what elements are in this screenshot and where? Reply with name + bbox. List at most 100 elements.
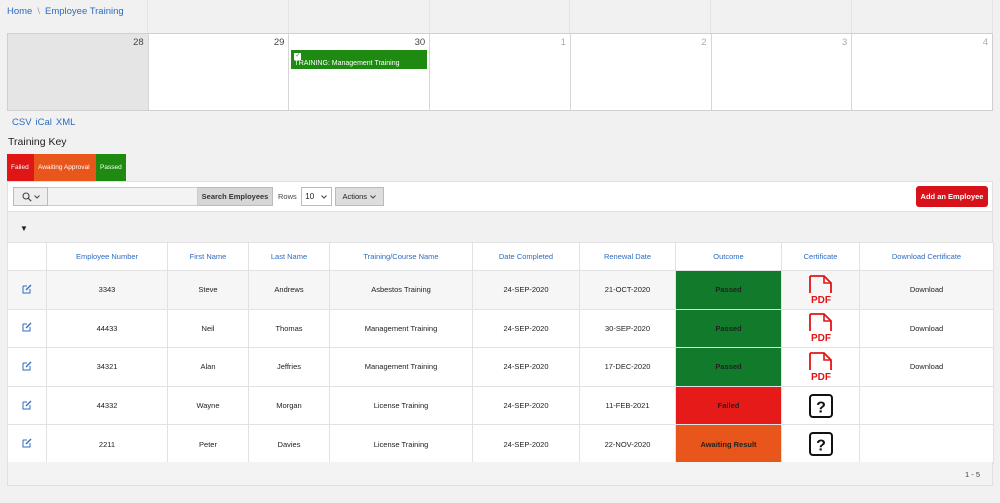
svg-text:PDF: PDF <box>811 333 831 343</box>
table-row: 44433 Neil Thomas Management Training 24… <box>7 308 994 349</box>
calendar-week: 28 29 30 ✓ TRAINING: Management Training 1 2 3 4 <box>7 33 993 111</box>
xml-link[interactable]: XML <box>56 117 76 128</box>
edit-icon <box>22 322 32 332</box>
breadcrumb: Home \ Employee Training <box>7 6 124 17</box>
calendar-day[interactable]: 29 <box>149 34 290 110</box>
key-passed: Passed <box>96 154 126 181</box>
cell-last-name: Morgan <box>248 385 330 426</box>
collapse-triangle-icon[interactable]: ▼ <box>20 224 28 233</box>
cell-outcome: Passed <box>675 270 782 310</box>
calendar-day-number: 1 <box>560 37 566 48</box>
edit-row-link[interactable] <box>7 308 47 349</box>
breadcrumb-home-link[interactable]: Home <box>7 6 32 17</box>
chevron-down-icon <box>33 194 40 199</box>
calendar-day[interactable]: 4 <box>852 34 992 110</box>
download-link <box>859 385 994 426</box>
calendar-day[interactable]: 28 <box>8 34 149 110</box>
cell-date-completed: 24-SEP-2020 <box>472 308 580 349</box>
cell-date-completed: 24-SEP-2020 <box>472 347 580 387</box>
cell-last-name: Thomas <box>248 308 330 349</box>
cell-last-name: Jeffries <box>248 347 330 387</box>
cell-certificate[interactable]: PDF <box>781 308 860 349</box>
cell-employee-number: 44332 <box>46 385 168 426</box>
cell-renewal-date: 30-SEP-2020 <box>579 308 676 349</box>
header-course-name[interactable]: Training/Course Name <box>329 242 473 271</box>
download-link[interactable]: Download <box>859 308 994 349</box>
add-employee-button[interactable]: Add an Employee <box>916 186 988 207</box>
csv-link[interactable]: CSV <box>12 117 32 128</box>
calendar-day[interactable]: 2 <box>571 34 712 110</box>
search-employees-button[interactable]: Search Employees <box>198 187 273 206</box>
header-renewal-date[interactable]: Renewal Date <box>579 242 676 271</box>
header-outcome[interactable]: Outcome <box>675 242 782 271</box>
employee-training-table: Employee Number First Name Last Name Tra… <box>7 242 994 464</box>
calendar-day-number: 30 <box>414 37 426 48</box>
cell-first-name: Alan <box>167 347 249 387</box>
calendar-event-title: TRAINING: Management Training <box>294 60 400 68</box>
edit-row-link[interactable] <box>7 347 47 387</box>
calendar-event[interactable]: ✓ TRAINING: Management Training <box>291 50 428 69</box>
control-break-bar: ▼ <box>7 212 993 242</box>
checkbox-icon: ✓ <box>294 53 302 60</box>
download-link <box>859 424 994 464</box>
cell-date-completed: 24-SEP-2020 <box>472 270 580 310</box>
cell-certificate[interactable]: PDF <box>781 270 860 310</box>
header-date-completed[interactable]: Date Completed <box>472 242 580 271</box>
table-header-row: Employee Number First Name Last Name Tra… <box>7 242 994 271</box>
calendar-day[interactable]: 1 <box>430 34 571 110</box>
unknown-document-icon: ? <box>808 393 833 418</box>
table-row: 44332 Wayne Morgan License Training 24-S… <box>7 385 994 426</box>
edit-row-link[interactable] <box>7 385 47 426</box>
unknown-document-icon: ? <box>808 432 833 457</box>
download-link[interactable]: Download <box>859 270 994 310</box>
chevron-down-icon <box>321 194 328 199</box>
header-edit <box>7 242 47 271</box>
pdf-icon: PDF <box>808 352 832 382</box>
cell-first-name: Wayne <box>167 385 249 426</box>
download-link[interactable]: Download <box>859 347 994 387</box>
cell-course-name: License Training <box>329 424 473 464</box>
header-download-certificate[interactable]: Download Certificate <box>859 242 994 271</box>
edit-icon <box>22 400 32 410</box>
edit-row-link[interactable] <box>7 424 47 464</box>
cell-renewal-date: 22-NOV-2020 <box>579 424 676 464</box>
chevron-down-icon <box>370 194 376 199</box>
edit-icon <box>22 361 32 371</box>
cell-renewal-date: 11-FEB-2021 <box>579 385 676 426</box>
cell-first-name: Steve <box>167 270 249 310</box>
calendar-day[interactable]: 30 ✓ TRAINING: Management Training <box>289 34 431 110</box>
header-certificate[interactable]: Certificate <box>781 242 860 271</box>
header-employee-number[interactable]: Employee Number <box>46 242 168 271</box>
cell-first-name: Peter <box>167 424 249 464</box>
cell-certificate[interactable]: PDF <box>781 347 860 387</box>
cell-certificate: ? <box>781 424 860 464</box>
header-first-name[interactable]: First Name <box>167 242 249 271</box>
pagination-label: 1 - 5 <box>964 470 980 479</box>
training-key-title: Training Key <box>8 136 67 148</box>
cell-outcome: Passed <box>675 347 782 387</box>
pdf-icon: PDF <box>808 274 832 305</box>
ical-link[interactable]: iCal <box>36 117 52 128</box>
cell-last-name: Davies <box>248 424 330 464</box>
cell-outcome: Passed <box>675 308 782 349</box>
cell-date-completed: 24-SEP-2020 <box>472 385 580 426</box>
key-awaiting-approval: Awaiting Approval <box>34 154 96 181</box>
search-input[interactable] <box>48 187 198 206</box>
svg-text:PDF: PDF <box>811 295 831 305</box>
calendar-day-number: 3 <box>842 37 848 48</box>
calendar-day[interactable]: 3 <box>712 34 853 110</box>
header-last-name[interactable]: Last Name <box>248 242 330 271</box>
actions-menu-button[interactable]: Actions <box>334 187 384 206</box>
rows-select[interactable]: 10 <box>300 187 332 206</box>
search-column-menu[interactable] <box>13 187 48 206</box>
edit-row-link[interactable] <box>7 270 47 310</box>
cell-course-name: Management Training <box>329 308 473 349</box>
cell-employee-number: 2211 <box>46 424 168 464</box>
breadcrumb-current[interactable]: Employee Training <box>45 6 124 17</box>
svg-text:PDF: PDF <box>811 372 831 382</box>
cell-certificate: ? <box>781 385 860 426</box>
search-bar: Search Employees <box>13 187 273 206</box>
svg-text:?: ? <box>816 438 826 455</box>
cell-first-name: Neil <box>167 308 249 349</box>
actions-label: Actions <box>342 192 368 201</box>
